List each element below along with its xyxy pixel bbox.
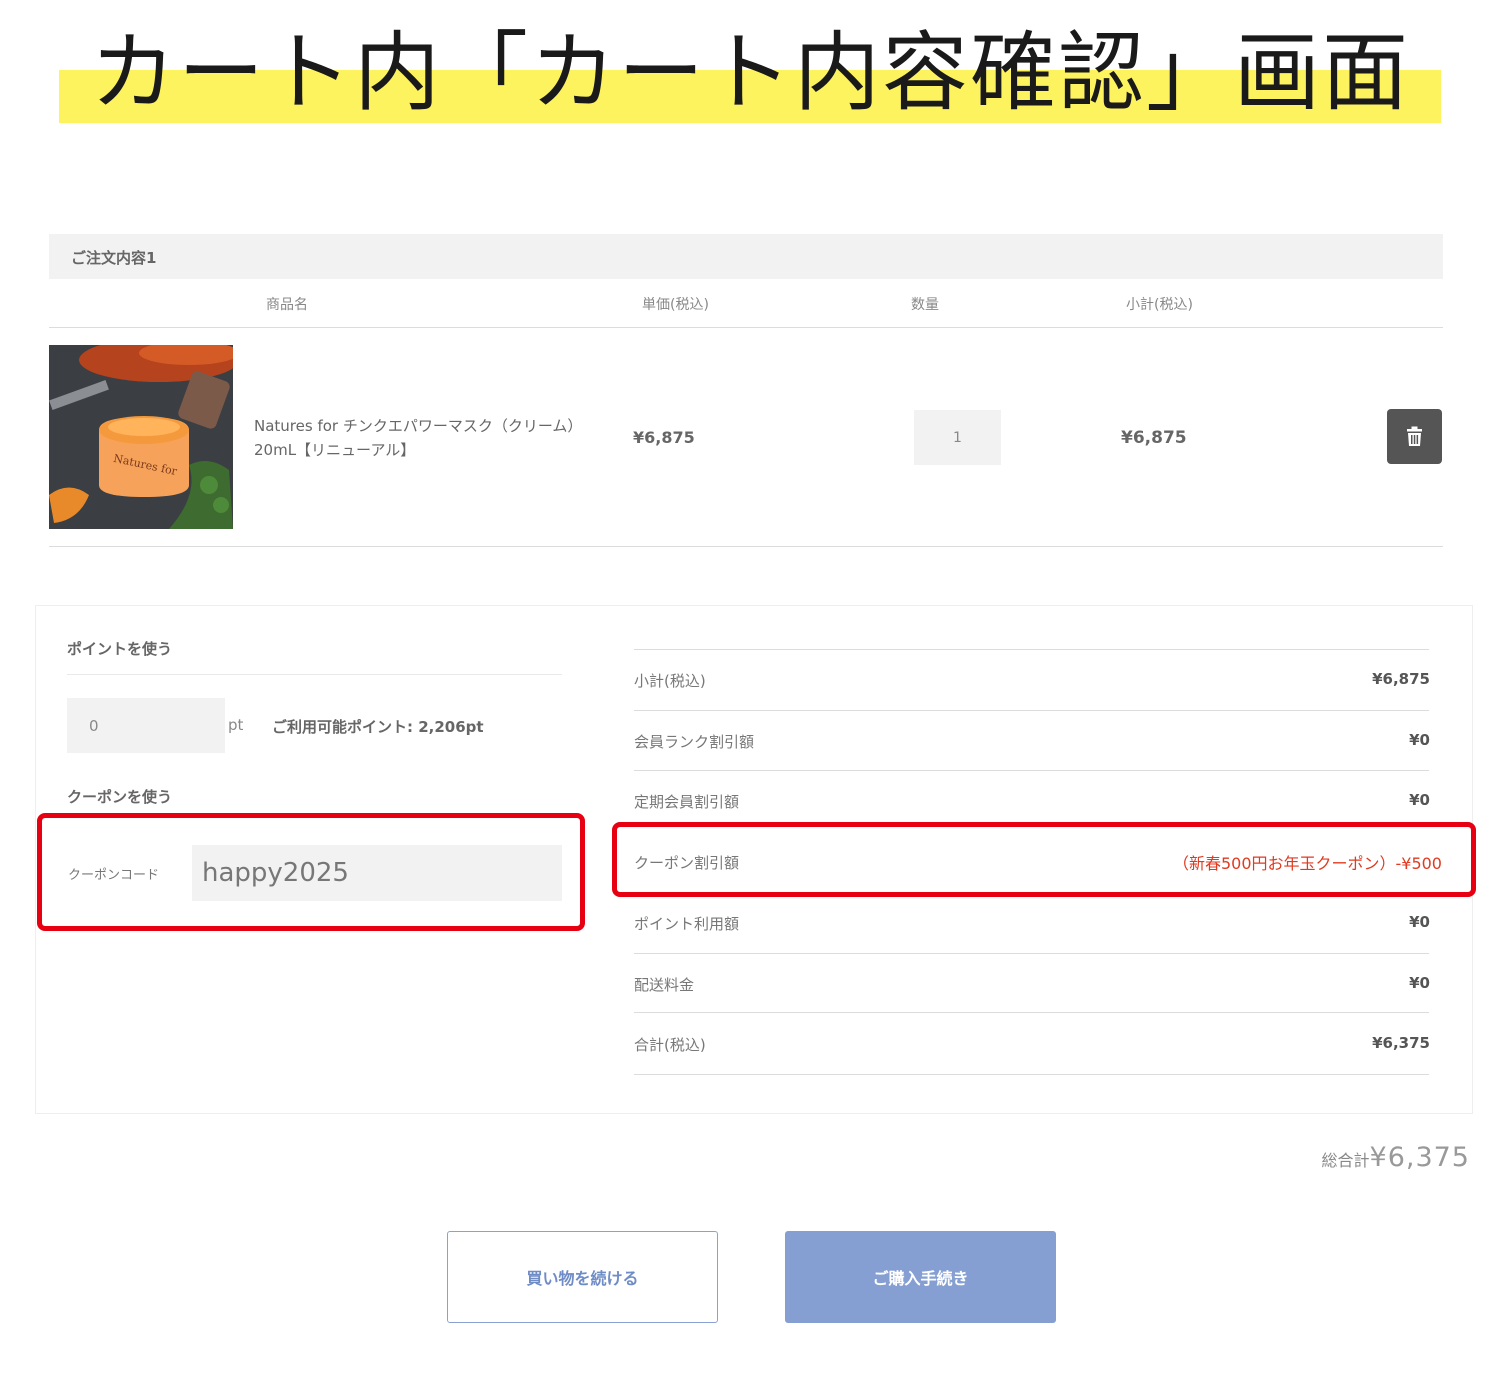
points-divider [67, 674, 562, 675]
delete-item-button[interactable] [1387, 409, 1442, 464]
purchase-button[interactable]: ご購入手続き [785, 1231, 1056, 1323]
subtotal-value: ¥6,875 [1372, 670, 1430, 688]
product-name-line2: 20mL【リニューアル】 [254, 441, 416, 459]
product-name[interactable]: Natures for チンクエパワーマスク（クリーム） 20mL【リニューアル… [254, 414, 604, 462]
summary-divider [634, 710, 1429, 711]
column-header-quantity: 数量 [911, 297, 939, 313]
order-header-bar [49, 234, 1443, 279]
regular-member-discount-value: ¥0 [1409, 791, 1430, 809]
subtotal-label: 小計(税込) [634, 672, 706, 690]
member-rank-discount-label: 会員ランク割引額 [634, 733, 755, 751]
available-points: ご利用可能ポイント: 2,206pt [272, 718, 484, 736]
product-subtotal: ¥6,875 [1121, 428, 1187, 448]
column-header-unit-price: 単価(税込) [642, 297, 709, 313]
header-divider [49, 327, 1443, 328]
points-title: ポイントを使う [67, 640, 173, 658]
total-value: ¥6,375 [1372, 1034, 1430, 1052]
trash-icon [1407, 426, 1422, 446]
grand-total: 総合計¥6,375 [1322, 1142, 1471, 1173]
points-input[interactable] [67, 698, 225, 753]
continue-shopping-button[interactable]: 買い物を続ける [447, 1231, 718, 1323]
summary-divider [634, 770, 1429, 771]
summary-divider [634, 953, 1429, 954]
coupon-discount-highlight [612, 822, 1476, 897]
total-label: 合計(税込) [634, 1036, 706, 1054]
points-unit: pt [228, 716, 244, 734]
column-header-name: 商品名 [266, 297, 308, 313]
shipping-label: 配送料金 [634, 976, 695, 994]
grand-total-value: ¥6,375 [1369, 1142, 1470, 1173]
product-unit-price: ¥6,875 [633, 428, 695, 447]
column-header-subtotal: 小計(税込) [1126, 297, 1193, 313]
summary-top-divider [634, 649, 1429, 650]
coupon-title: クーポンを使う [67, 788, 173, 806]
product-name-line1: Natures for チンクエパワーマスク（クリーム） [254, 417, 583, 435]
point-use-value: ¥0 [1409, 913, 1430, 931]
coupon-input-highlight [37, 813, 585, 931]
member-rank-discount-value: ¥0 [1409, 731, 1430, 749]
product-row-divider [49, 546, 1443, 547]
order-header-title: ご注文内容1 [71, 249, 157, 267]
shipping-value: ¥0 [1409, 974, 1430, 992]
product-jar-image: Natures for [49, 345, 233, 529]
summary-bottom-divider [634, 1074, 1429, 1075]
grand-total-label: 総合計 [1321, 1151, 1370, 1170]
regular-member-discount-label: 定期会員割引額 [634, 793, 740, 811]
summary-divider [634, 1012, 1429, 1013]
point-use-label: ポイント利用額 [634, 915, 740, 933]
page-title: カート内「カート内容確認」画面 [90, 23, 1410, 123]
quantity-input[interactable] [914, 410, 1001, 465]
